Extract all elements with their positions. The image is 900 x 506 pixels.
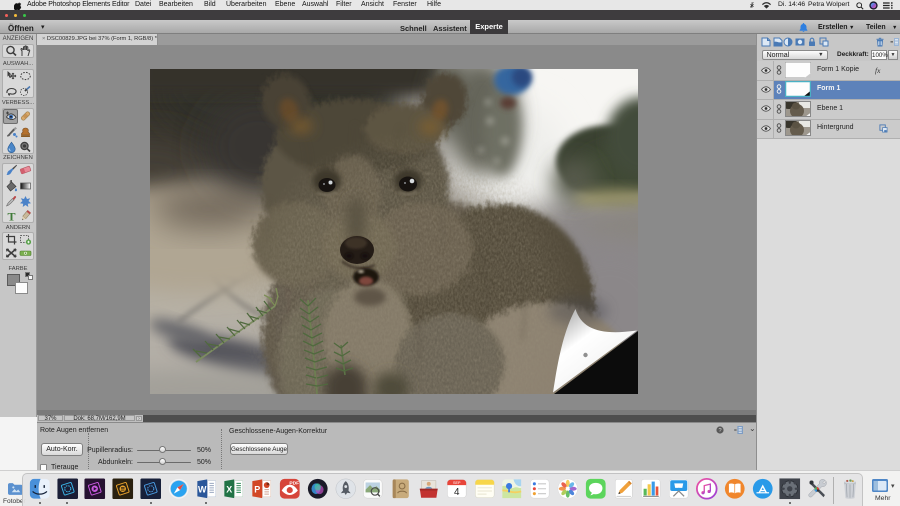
svg-text:?: ? xyxy=(718,428,721,434)
svg-text:P: P xyxy=(254,484,260,494)
svg-text:4: 4 xyxy=(454,487,460,498)
svg-text:PDF: PDF xyxy=(289,481,299,487)
svg-text:X: X xyxy=(227,484,233,494)
svg-text:SEP: SEP xyxy=(453,481,461,485)
svg-text:W: W xyxy=(198,484,207,494)
svg-text:T: T xyxy=(7,210,15,222)
